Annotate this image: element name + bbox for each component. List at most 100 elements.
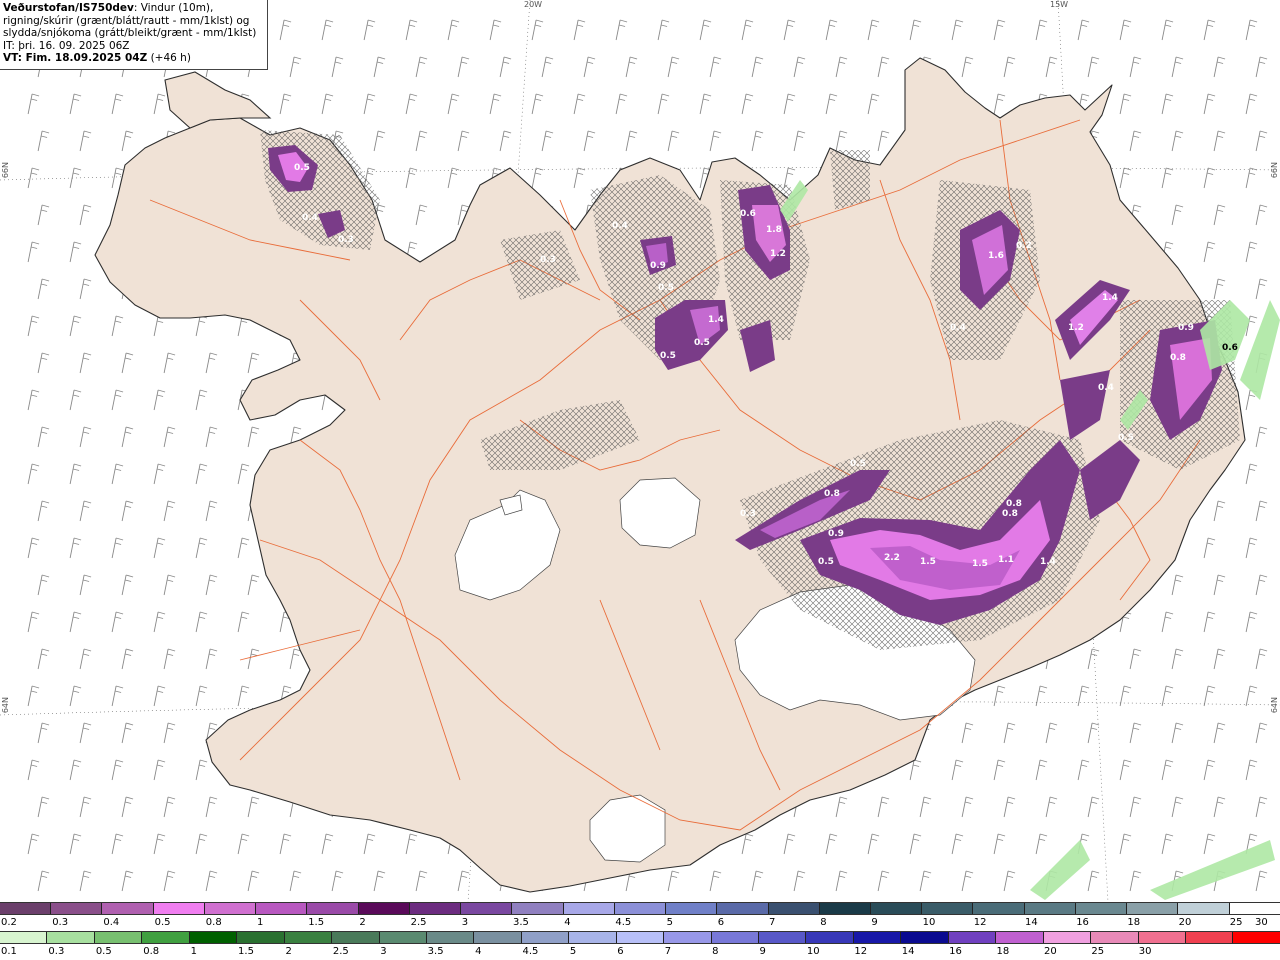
precip-label: 0.3 — [540, 255, 556, 265]
precip-label: 0.5 — [660, 351, 676, 361]
rain-colorbar-tick-label: 0.8 — [143, 946, 160, 957]
snow-colorbar-tick-label: 0.4 — [103, 917, 120, 928]
rain-colorbar-swatch — [806, 932, 854, 943]
snow-colorbar-tick-label: 25 — [1229, 917, 1243, 928]
precip-label: 0.4 — [612, 221, 628, 231]
precip-label: 0.8 — [824, 489, 840, 499]
precip-label: 0.5 — [1118, 433, 1134, 443]
lat-label-66n-left: 66N — [1, 162, 10, 179]
precip-label: 0.8 — [1002, 509, 1018, 519]
snow-colorbar-swatch — [922, 903, 974, 914]
rain-colorbar-swatch — [0, 932, 48, 943]
snow-colorbar-swatch — [512, 903, 564, 914]
rain-colorbar-tick-label: 5 — [569, 946, 577, 957]
map-header: Veðurstofan/IS750dev: Vindur (10m), rign… — [0, 0, 268, 70]
rain-colorbar-tick-label: 10 — [806, 946, 820, 957]
lat-label-66n-right: 66N — [1270, 162, 1279, 179]
rain-colorbar-tick-label: 12 — [854, 946, 868, 957]
snow-colorbar-tick-label: 4.5 — [615, 917, 632, 928]
header-init-time: IT: þri. 16. 09. 2025 06Z — [3, 39, 130, 52]
precip-label: 0.5 — [694, 338, 710, 348]
rain-colorbar-swatch — [1043, 932, 1092, 943]
header-line1: : Vindur (10m), — [133, 2, 214, 14]
rain-colorbar-swatch — [426, 932, 475, 943]
rain-colorbar-tick-label: 8 — [712, 946, 719, 957]
snow-colorbar-tick-label: 0.8 — [205, 917, 222, 928]
snow-colorbar-swatch — [51, 903, 103, 914]
snow-colorbar-tick-label: 12 — [973, 917, 987, 928]
header-line3: slydda/snjókoma (grátt/bleikt/grænt - mm… — [3, 27, 257, 39]
precip-label: 1.5 — [972, 559, 988, 569]
rain-colorbar-tick-label: 1.5 — [238, 946, 254, 957]
snow-colorbar-tick-label: 7 — [769, 917, 776, 928]
snow-colorbar-tick-label: 2 — [359, 917, 366, 928]
snow-colorbar-tick-label: 18 — [1127, 917, 1141, 928]
snow-colorbar-swatch — [717, 903, 769, 914]
rain-colorbar-tick-label: 20 — [1043, 946, 1057, 957]
rain-colorbar-swatch — [142, 932, 190, 943]
snow-colorbar-swatch — [768, 903, 820, 914]
rain-colorbar-swatch — [47, 932, 95, 943]
rain-colorbar-swatch — [759, 932, 807, 943]
precip-label: 1.1 — [998, 555, 1014, 565]
snow-colorbar-swatch — [204, 903, 257, 914]
snow-colorbar-swatch — [256, 903, 308, 914]
rain-colorbar-tick-label: 9 — [759, 946, 766, 957]
snow-colorbar-tick-label: 14 — [1025, 917, 1038, 928]
snow-colorbar-swatch — [358, 903, 410, 914]
snow-colorbar-swatch — [1229, 903, 1280, 914]
rain-colorbar-tick-label: 14 — [901, 946, 915, 957]
snow-colorbar-tick-label: 30 — [1255, 917, 1268, 928]
snow-colorbar-swatch — [1075, 903, 1128, 914]
snow-colorbar-tick-label: 1.5 — [308, 917, 325, 928]
lon-label-20w: 20W — [524, 0, 543, 9]
snow-colorbar-ticks: 0.2 0.3 0.4 0.5 0.8 1 1.5 2 2.5 3 3.5 4 4.5 5 6 7 8 9 10 12… — [0, 917, 1280, 929]
rain-colorbar-tick-label: 0.1 — [1, 946, 17, 957]
rain-colorbar-tick-label: 6 — [617, 946, 624, 957]
rain-colorbar-swatch — [1091, 932, 1139, 943]
precip-label: 0.4 — [950, 323, 966, 333]
rain-colorbar-tick-label: 0.3 — [48, 946, 65, 957]
rain-colorbar-swatch — [616, 932, 665, 943]
snow-colorbar-swatch — [1178, 903, 1230, 914]
snow-colorbar-tick-label: 3 — [461, 917, 469, 928]
precip-label: 1.4 — [1102, 293, 1118, 303]
rain-colorbar-tick-label: 30 — [1138, 946, 1152, 957]
rain-colorbar-swatch — [521, 932, 570, 943]
snow-colorbar-tick-label: 4 — [564, 917, 571, 928]
snow-colorbar-swatch — [563, 903, 615, 914]
snow-colorbar-tick-label: 2.5 — [410, 917, 427, 928]
precip-label: 1.6 — [988, 251, 1004, 261]
rain-colorbar-swatch — [711, 932, 759, 943]
snow-colorbar-swatch — [461, 903, 513, 914]
rain-colorbar-swatch — [948, 932, 997, 943]
snow-colorbar-tick-label: 9 — [871, 917, 878, 928]
rain-colorbar-tick-label: 2 — [285, 946, 292, 957]
org-title: Veðurstofan/IS750dev — [3, 2, 134, 14]
snow-colorbar-swatch — [1024, 903, 1076, 914]
snow-colorbar-tick-label: 0.3 — [52, 917, 69, 928]
snow-colorbar-tick-label: 10 — [922, 917, 936, 928]
precip-label: 0.9 — [828, 529, 844, 539]
snow-colorbar-swatch — [1127, 903, 1179, 914]
precip-label: 1.2 — [1068, 323, 1084, 333]
rain-colorbar-tick-label: 0.5 — [95, 946, 112, 957]
rain-colorbar-swatch — [332, 932, 380, 943]
rain-colorbar-ticks: 0.1 0.3 0.5 0.8 1 1.5 2 2.5 3 3.5 4 4.5 5 6 7 8 9 10 12 14 1… — [0, 946, 1280, 958]
rain-colorbar-tick-label: 3 — [380, 946, 387, 957]
rain-colorbar-tick-label: 7 — [664, 946, 672, 957]
rain-colorbar-tick-label: 4 — [475, 946, 482, 957]
snow-colorbar-swatch — [409, 903, 462, 914]
lat-label-64n-right: 64N — [1270, 697, 1279, 714]
snow-colorbar-swatch — [307, 903, 359, 914]
rain-colorbar-swatch — [853, 932, 902, 943]
header-valid-time: VT: Fim. 18.09.2025 04Z — [3, 52, 148, 64]
precip-label: 0.3 — [740, 509, 756, 519]
precip-label: 0.3 — [338, 235, 354, 245]
rain-colorbar-swatch — [1138, 932, 1186, 943]
header-line2: rigning/skúrir (grænt/blátt/rautt - mm/1… — [3, 14, 250, 27]
rain-colorbar-tick-label: 3.5 — [427, 946, 444, 957]
rain-colorbar-swatch — [474, 932, 522, 943]
rain-colorbar-swatch — [664, 932, 712, 943]
snow-colorbar-swatch — [973, 903, 1025, 914]
